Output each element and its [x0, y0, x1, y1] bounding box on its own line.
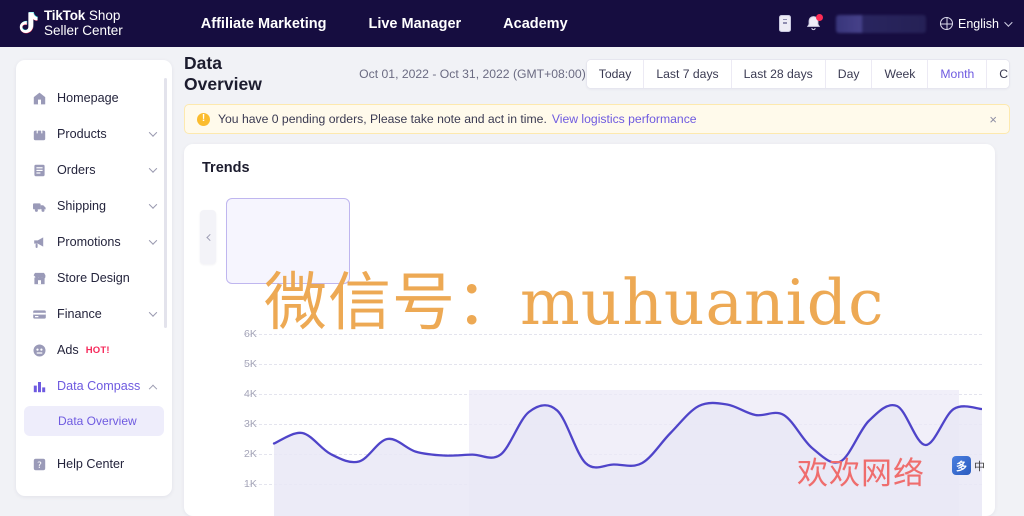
chevron-down-icon — [1004, 17, 1013, 27]
sidebar-item-label: Finance — [57, 307, 102, 321]
trends-title: Trends — [202, 160, 250, 176]
tab-month[interactable]: Month — [928, 60, 988, 88]
sidebar-item-label: Homepage — [57, 91, 119, 105]
svg-text:?: ? — [37, 461, 42, 471]
globe-icon — [940, 17, 953, 30]
sidebar-item-finance[interactable]: Finance — [24, 296, 164, 332]
card-icon — [32, 307, 47, 322]
sidebar-subitem-label: Data Overview — [58, 414, 137, 428]
tab-custom[interactable]: Custom — [987, 60, 1009, 88]
chevron-down-icon — [148, 308, 158, 317]
logo-brand-suffix: Shop — [88, 7, 121, 23]
language-selector[interactable]: English — [940, 16, 1013, 31]
page-title: Data Overview — [184, 53, 262, 94]
brand-logo[interactable]: TikTok Shop Seller Center — [16, 7, 123, 38]
top-navigation-bar: TikTok Shop Seller Center Affiliate Mark… — [0, 0, 1024, 47]
tab-last-28-days[interactable]: Last 28 days — [731, 60, 826, 88]
page-header: Data Overview Oct 01, 2022 - Oct 31, 202… — [184, 53, 1010, 94]
user-account-avatar[interactable] — [836, 14, 926, 33]
pending-orders-alert: ! You have 0 pending orders, Please take… — [184, 104, 1010, 134]
tiktok-note-icon — [16, 11, 38, 37]
tab-week[interactable]: Week — [872, 60, 929, 88]
chevron-down-icon — [148, 236, 158, 245]
home-icon — [32, 91, 47, 106]
truck-icon — [32, 199, 47, 214]
date-range-label: Oct 01, 2022 - Oct 31, 2022 (GMT+08:00) — [359, 67, 586, 81]
notification-badge-dot — [816, 13, 823, 21]
sidebar-item-label: Shipping — [57, 199, 107, 213]
sidebar-item-label: Store Design — [57, 271, 130, 285]
chevron-down-icon — [148, 200, 158, 209]
sidebar: Homepage Products Orders Shipping Promot… — [16, 60, 172, 496]
sidebar-scrollbar[interactable] — [164, 78, 167, 328]
sidebar-item-data-overview[interactable]: Data Overview — [24, 406, 164, 436]
sidebar-item-shipping[interactable]: Shipping — [24, 188, 164, 224]
storefront-icon — [32, 271, 47, 286]
tab-today[interactable]: Today — [586, 60, 645, 88]
warning-icon: ! — [197, 112, 210, 126]
sidebar-item-homepage[interactable]: Homepage — [24, 80, 164, 116]
close-icon[interactable]: × — [989, 113, 997, 126]
sidebar-item-help-center[interactable]: ? Help Center — [24, 446, 164, 482]
tab-last-7-days[interactable]: Last 7 days — [644, 60, 732, 88]
metric-carousel — [200, 194, 977, 284]
sidebar-item-label: Products — [57, 127, 107, 141]
main-content: Data Overview Oct 01, 2022 - Oct 31, 202… — [184, 53, 1010, 516]
logo-brand: TikTok — [44, 7, 86, 23]
tab-day[interactable]: Day — [825, 60, 873, 88]
chevron-left-icon[interactable] — [200, 210, 216, 264]
chart-plot-area — [244, 320, 982, 516]
sidebar-item-label: Orders — [57, 163, 96, 177]
chevron-down-icon — [148, 164, 158, 173]
ads-hot-badge: HOT! — [85, 344, 110, 356]
alert-message: You have 0 pending orders, Please take n… — [218, 112, 547, 126]
help-icon: ? — [32, 457, 47, 472]
sidebar-item-data-compass[interactable]: Data Compass — [24, 368, 164, 404]
metric-card-selected[interactable] — [226, 198, 350, 284]
sidebar-item-label: Promotions — [57, 235, 121, 249]
sidebar-item-orders[interactable]: Orders — [24, 152, 164, 188]
ads-icon — [32, 343, 47, 358]
sidebar-item-label: Help Center — [57, 457, 125, 471]
megaphone-icon — [32, 235, 47, 250]
receipt-icon — [32, 163, 47, 178]
sidebar-item-promotions[interactable]: Promotions — [24, 224, 164, 260]
chevron-up-icon — [148, 384, 158, 394]
language-label: English — [958, 16, 999, 31]
trend-line-series — [272, 401, 982, 516]
nav-live-manager[interactable]: Live Manager — [368, 16, 461, 32]
sidebar-item-ads[interactable]: Ads HOT! — [24, 332, 164, 368]
sidebar-item-label: Ads — [57, 343, 79, 357]
trends-chart: 6K 5K 4K 3K 2K 1K — [202, 320, 982, 516]
view-logistics-performance-link[interactable]: View logistics performance — [552, 112, 697, 126]
primary-nav: Affiliate Marketing Live Manager Academy — [201, 16, 568, 32]
chevron-down-icon — [148, 128, 158, 137]
sidebar-item-products[interactable]: Products — [24, 116, 164, 152]
nav-academy[interactable]: Academy — [503, 16, 567, 32]
bar-chart-icon — [32, 379, 47, 394]
nav-affiliate-marketing[interactable]: Affiliate Marketing — [201, 16, 327, 32]
sidebar-item-label: Data Compass — [57, 379, 141, 393]
logo-subtitle: Seller Center — [44, 22, 123, 38]
mobile-phone-icon[interactable] — [779, 15, 791, 32]
bag-icon — [32, 127, 47, 142]
header-actions: English — [779, 13, 1013, 33]
date-range-tabs: Today Last 7 days Last 28 days Day Week … — [585, 59, 1010, 89]
notification-bell-icon[interactable] — [805, 13, 823, 33]
sidebar-item-store-design[interactable]: Store Design — [24, 260, 164, 296]
trends-card: Trends 6K 5K 4K 3K 2K 1K — [184, 144, 995, 516]
